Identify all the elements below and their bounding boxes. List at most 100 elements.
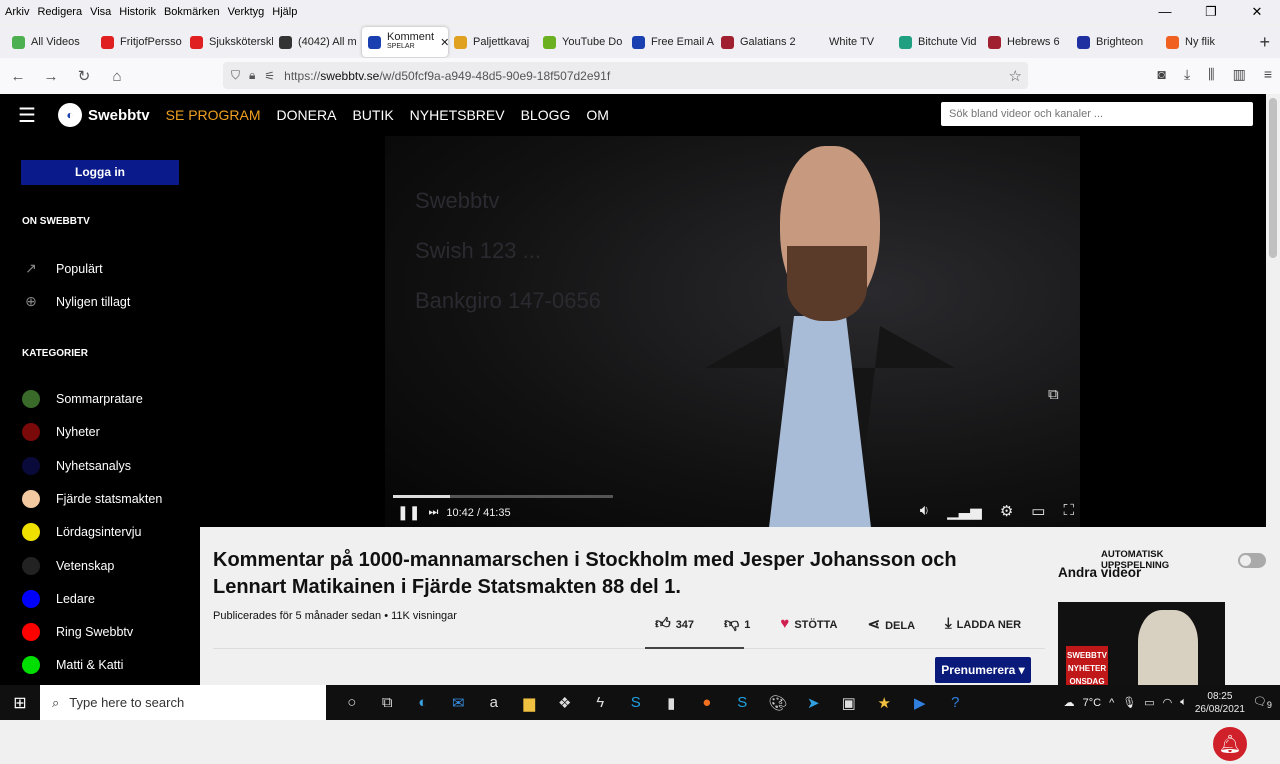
reload-icon[interactable]: ↻: [69, 67, 99, 85]
notes-icon[interactable]: ▮: [654, 694, 690, 712]
login-button[interactable]: Logga in: [21, 160, 179, 185]
browser-tab[interactable]: Komment SPELAR ✕: [362, 27, 448, 57]
dropbox-icon[interactable]: ❖: [547, 694, 583, 712]
sidebar-item-popular[interactable]: ↗ Populärt: [22, 260, 102, 277]
shield-icon[interactable]: ⛉: [231, 68, 240, 83]
theater-mode-icon[interactable]: ▭: [1031, 502, 1045, 520]
nav-link[interactable]: BUTIK: [352, 107, 393, 123]
mail-icon[interactable]: ✉: [441, 694, 477, 712]
nav-link[interactable]: SE PROGRAM: [166, 107, 261, 123]
fullscreen-icon[interactable]: ⛶: [1063, 502, 1074, 520]
lock-icon[interactable]: 🔒︎: [249, 68, 255, 83]
nav-link[interactable]: DONERA: [277, 107, 337, 123]
browser-tab[interactable]: All Videos: [6, 27, 95, 57]
menu-6[interactable]: Hjälp: [272, 6, 297, 18]
browser-tab[interactable]: Ny flik: [1160, 27, 1249, 57]
support-button[interactable]: ♥ STÖTTA: [780, 615, 837, 633]
taskbar-search[interactable]: ⌕ Type here to search: [40, 685, 326, 720]
menu-1[interactable]: Redigera: [37, 6, 82, 18]
scrollbar[interactable]: [1266, 94, 1280, 685]
mic-icon[interactable]: 🎙︎: [1122, 696, 1136, 709]
notification-bell-icon[interactable]: 🔔︎: [1210, 724, 1250, 764]
sidebar-icon[interactable]: ▥: [1233, 66, 1246, 83]
minimize-button[interactable]: —: [1142, 0, 1188, 24]
browser-tab[interactable]: Sjuksköterskl: [184, 27, 273, 57]
browser-tab[interactable]: White TV: [804, 27, 893, 57]
task-view-icon[interactable]: ⧉: [370, 694, 406, 712]
site-logo[interactable]: ◐ Swebbtv: [57, 103, 150, 127]
sidebar-category[interactable]: Ledare: [22, 589, 95, 608]
back-icon[interactable]: ←: [3, 68, 33, 85]
weather-icon[interactable]: ☁: [1064, 696, 1075, 709]
browser-tab[interactable]: (4042) All m: [273, 27, 362, 57]
search-input[interactable]: [941, 102, 1253, 126]
clock[interactable]: 08:25 26/08/2021: [1195, 690, 1245, 716]
browser-tab[interactable]: Free Email A: [626, 27, 715, 57]
sidebar-category[interactable]: Matti & Katti: [22, 656, 123, 675]
quality-icon[interactable]: ▁▃▅: [947, 502, 982, 520]
browser-tab[interactable]: YouTube Do: [537, 27, 626, 57]
share-button[interactable]: ⋖ DELA: [868, 615, 916, 633]
sidebar-category[interactable]: Fjärde statsmakten: [22, 489, 162, 508]
menu-4[interactable]: Bokmärken: [164, 6, 220, 18]
skype-icon-2[interactable]: S: [725, 694, 761, 712]
bookmark-star-icon[interactable]: ☆: [1009, 67, 1022, 85]
hamburger-menu-icon[interactable]: ☰: [18, 103, 36, 128]
star-app-icon[interactable]: ★: [867, 694, 903, 712]
video-player[interactable]: Swebbtv Swish 123 ... Bankgiro 147-0656 ⧉ …: [200, 136, 1266, 527]
edge-icon[interactable]: ◐: [405, 694, 441, 712]
firefox-icon[interactable]: ●: [689, 694, 725, 712]
pocket-icon[interactable]: ◙: [1157, 66, 1165, 83]
nav-link[interactable]: BLOGG: [521, 107, 571, 123]
notifications-icon[interactable]: 🗨︎9: [1253, 695, 1272, 710]
like-button[interactable]: 👍︎ 347: [655, 615, 694, 633]
pause-icon[interactable]: ❚❚: [397, 504, 420, 521]
download-button[interactable]: ⤓ LADDA NER: [945, 615, 1021, 633]
speaker-icon[interactable]: 🔈︎: [1180, 696, 1187, 709]
url-bar[interactable]: ⛉ 🔒︎ ⚟ https://swebbtv.se/w/d50fcf9a-a94…: [223, 62, 1028, 89]
weather-temp[interactable]: 7°C: [1083, 697, 1101, 709]
home-icon[interactable]: ⌂: [102, 68, 132, 85]
close-tab-icon[interactable]: ✕: [440, 36, 448, 49]
app-icon[interactable]: ϟ: [583, 694, 619, 712]
sidebar-category[interactable]: Lördagsintervju: [22, 523, 141, 542]
app-icon-2[interactable]: ▣: [831, 694, 867, 712]
windows-start-icon[interactable]: ⊞: [0, 693, 40, 713]
sidebar-category[interactable]: Vetenskap: [22, 556, 114, 575]
cortana-icon[interactable]: ○: [334, 694, 370, 712]
video-thumbnail[interactable]: SWEBBTV NYHETER ONSDAG: [1058, 602, 1225, 685]
sidebar-item-recent[interactable]: ⊕ Nyligen tillagt: [22, 293, 130, 310]
sidebar-category[interactable]: Nyhetsanalys: [22, 456, 131, 475]
picture-in-picture-icon[interactable]: ⧉: [1048, 386, 1059, 403]
nav-link[interactable]: OM: [586, 107, 609, 123]
dislike-button[interactable]: 👎︎ 1: [724, 615, 750, 633]
nav-link[interactable]: NYHETSBREV: [410, 107, 505, 123]
menu-5[interactable]: Verktyg: [228, 6, 265, 18]
progress-bar[interactable]: [393, 495, 613, 498]
browser-tab[interactable]: Paljettkavaj: [448, 27, 537, 57]
new-tab-button[interactable]: +: [1259, 32, 1270, 53]
next-icon[interactable]: ⏭: [428, 506, 438, 519]
help-icon[interactable]: ?: [938, 694, 974, 712]
library-icon[interactable]: ⫼: [1208, 66, 1214, 83]
settings-gear-icon[interactable]: ⚙: [1000, 502, 1013, 520]
browser-tab[interactable]: Brighteon: [1071, 27, 1160, 57]
browser-tab[interactable]: FritjofPersso: [95, 27, 184, 57]
close-button[interactable]: ✕: [1234, 0, 1280, 24]
browser-tab[interactable]: Bitchute Vid: [893, 27, 982, 57]
permissions-icon[interactable]: ⚟: [264, 69, 275, 83]
sidebar-category[interactable]: Nyheter: [22, 423, 100, 442]
amazon-icon[interactable]: a: [476, 694, 512, 712]
browser-tab[interactable]: Hebrews 6: [982, 27, 1071, 57]
app-menu-icon[interactable]: ≡: [1264, 66, 1272, 83]
sidebar-category[interactable]: Ring Swebbtv: [22, 623, 133, 642]
skype-icon[interactable]: S: [618, 694, 654, 712]
forward-icon[interactable]: →: [36, 68, 66, 85]
tray-chevron-icon[interactable]: ^: [1109, 697, 1114, 709]
file-explorer-icon[interactable]: ▆: [512, 694, 548, 712]
menu-2[interactable]: Visa: [90, 6, 111, 18]
maximize-button[interactable]: ❐: [1188, 0, 1234, 24]
paint-icon[interactable]: 🎨︎: [760, 694, 796, 712]
media-player-icon[interactable]: ▶: [902, 694, 938, 712]
autoplay-toggle[interactable]: [1238, 552, 1266, 568]
